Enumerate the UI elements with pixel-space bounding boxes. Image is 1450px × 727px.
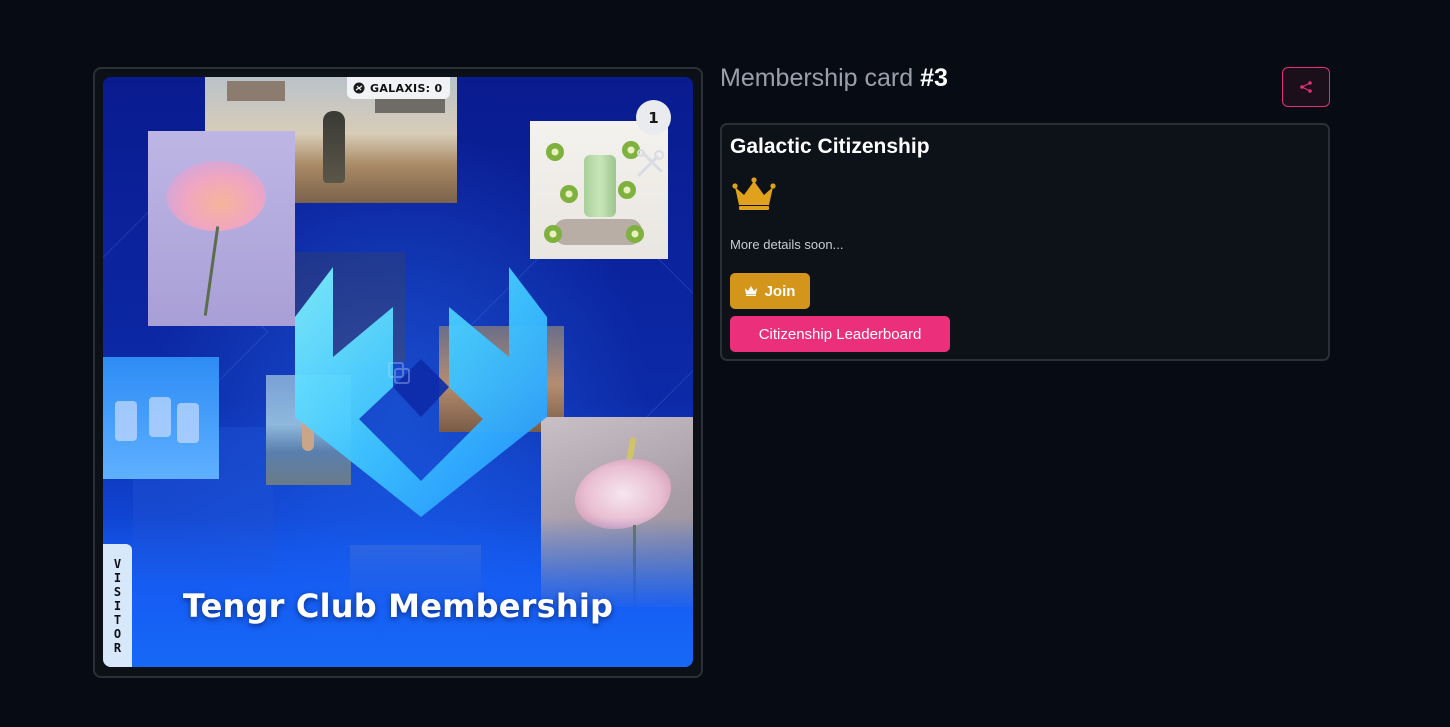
kiwi-slice	[544, 225, 562, 243]
cosmetic-jar	[115, 401, 137, 441]
page-title-prefix: Membership card	[720, 64, 914, 92]
kiwi-slice	[546, 143, 564, 161]
galaxis-count: GALAXIS: 0	[370, 81, 443, 95]
flower-stem	[203, 226, 220, 316]
panel-description: More details soon...	[730, 237, 844, 252]
leaderboard-button[interactable]: Citizenship Leaderboard	[730, 316, 950, 352]
galaxis-icon	[353, 82, 365, 94]
kiwi-slice	[626, 225, 644, 243]
card-number: #3	[920, 64, 948, 92]
wrench-icon	[637, 149, 664, 177]
billboard	[227, 81, 285, 101]
visitor-letter: I	[113, 570, 122, 585]
billboard	[375, 99, 445, 113]
collage-photo-cosmetics	[103, 357, 219, 479]
crown-icon	[732, 177, 776, 210]
flower-petals	[166, 161, 266, 231]
page-title: Membership card #3	[720, 64, 948, 93]
cosmetic-jar	[177, 403, 199, 443]
collage-photo-kiwi-bottle	[530, 121, 668, 259]
visitor-letter: T	[113, 612, 122, 627]
tengr-logo-icon	[295, 267, 547, 517]
join-button-label: Join	[764, 282, 796, 300]
join-button[interactable]: Join	[730, 273, 810, 309]
cosmetic-jar	[149, 397, 171, 437]
galaxis-badge: GALAXIS: 0	[347, 77, 451, 99]
crown-icon	[744, 286, 757, 296]
visitor-tab: V I S I T O R	[103, 544, 132, 667]
kiwi-slice	[560, 185, 578, 203]
card-title: Tengr Club Membership	[182, 587, 614, 625]
collage-photo-flower	[148, 131, 295, 326]
share-button[interactable]	[1282, 67, 1330, 107]
membership-card-image[interactable]: GALAXIS: 0 1 Tengr Club Membership V I S…	[103, 77, 693, 667]
share-icon	[1300, 81, 1312, 93]
leaderboard-button-label: Citizenship Leaderboard	[758, 325, 922, 343]
kiwi-slice	[618, 181, 636, 199]
hazmat-figure	[323, 111, 345, 183]
visitor-letter: V	[113, 556, 122, 571]
visitor-letter: I	[113, 598, 122, 613]
panel-title: Galactic Citizenship	[730, 135, 930, 158]
swap-icon	[388, 362, 410, 384]
lotion-bottle	[584, 155, 616, 217]
visitor-letter: O	[113, 626, 122, 641]
citizenship-panel: Galactic Citizenship More details soon..…	[720, 123, 1330, 361]
visitor-letter: R	[113, 640, 122, 655]
visitor-letter: S	[113, 584, 122, 599]
card-counter-badge: 1	[636, 100, 671, 135]
